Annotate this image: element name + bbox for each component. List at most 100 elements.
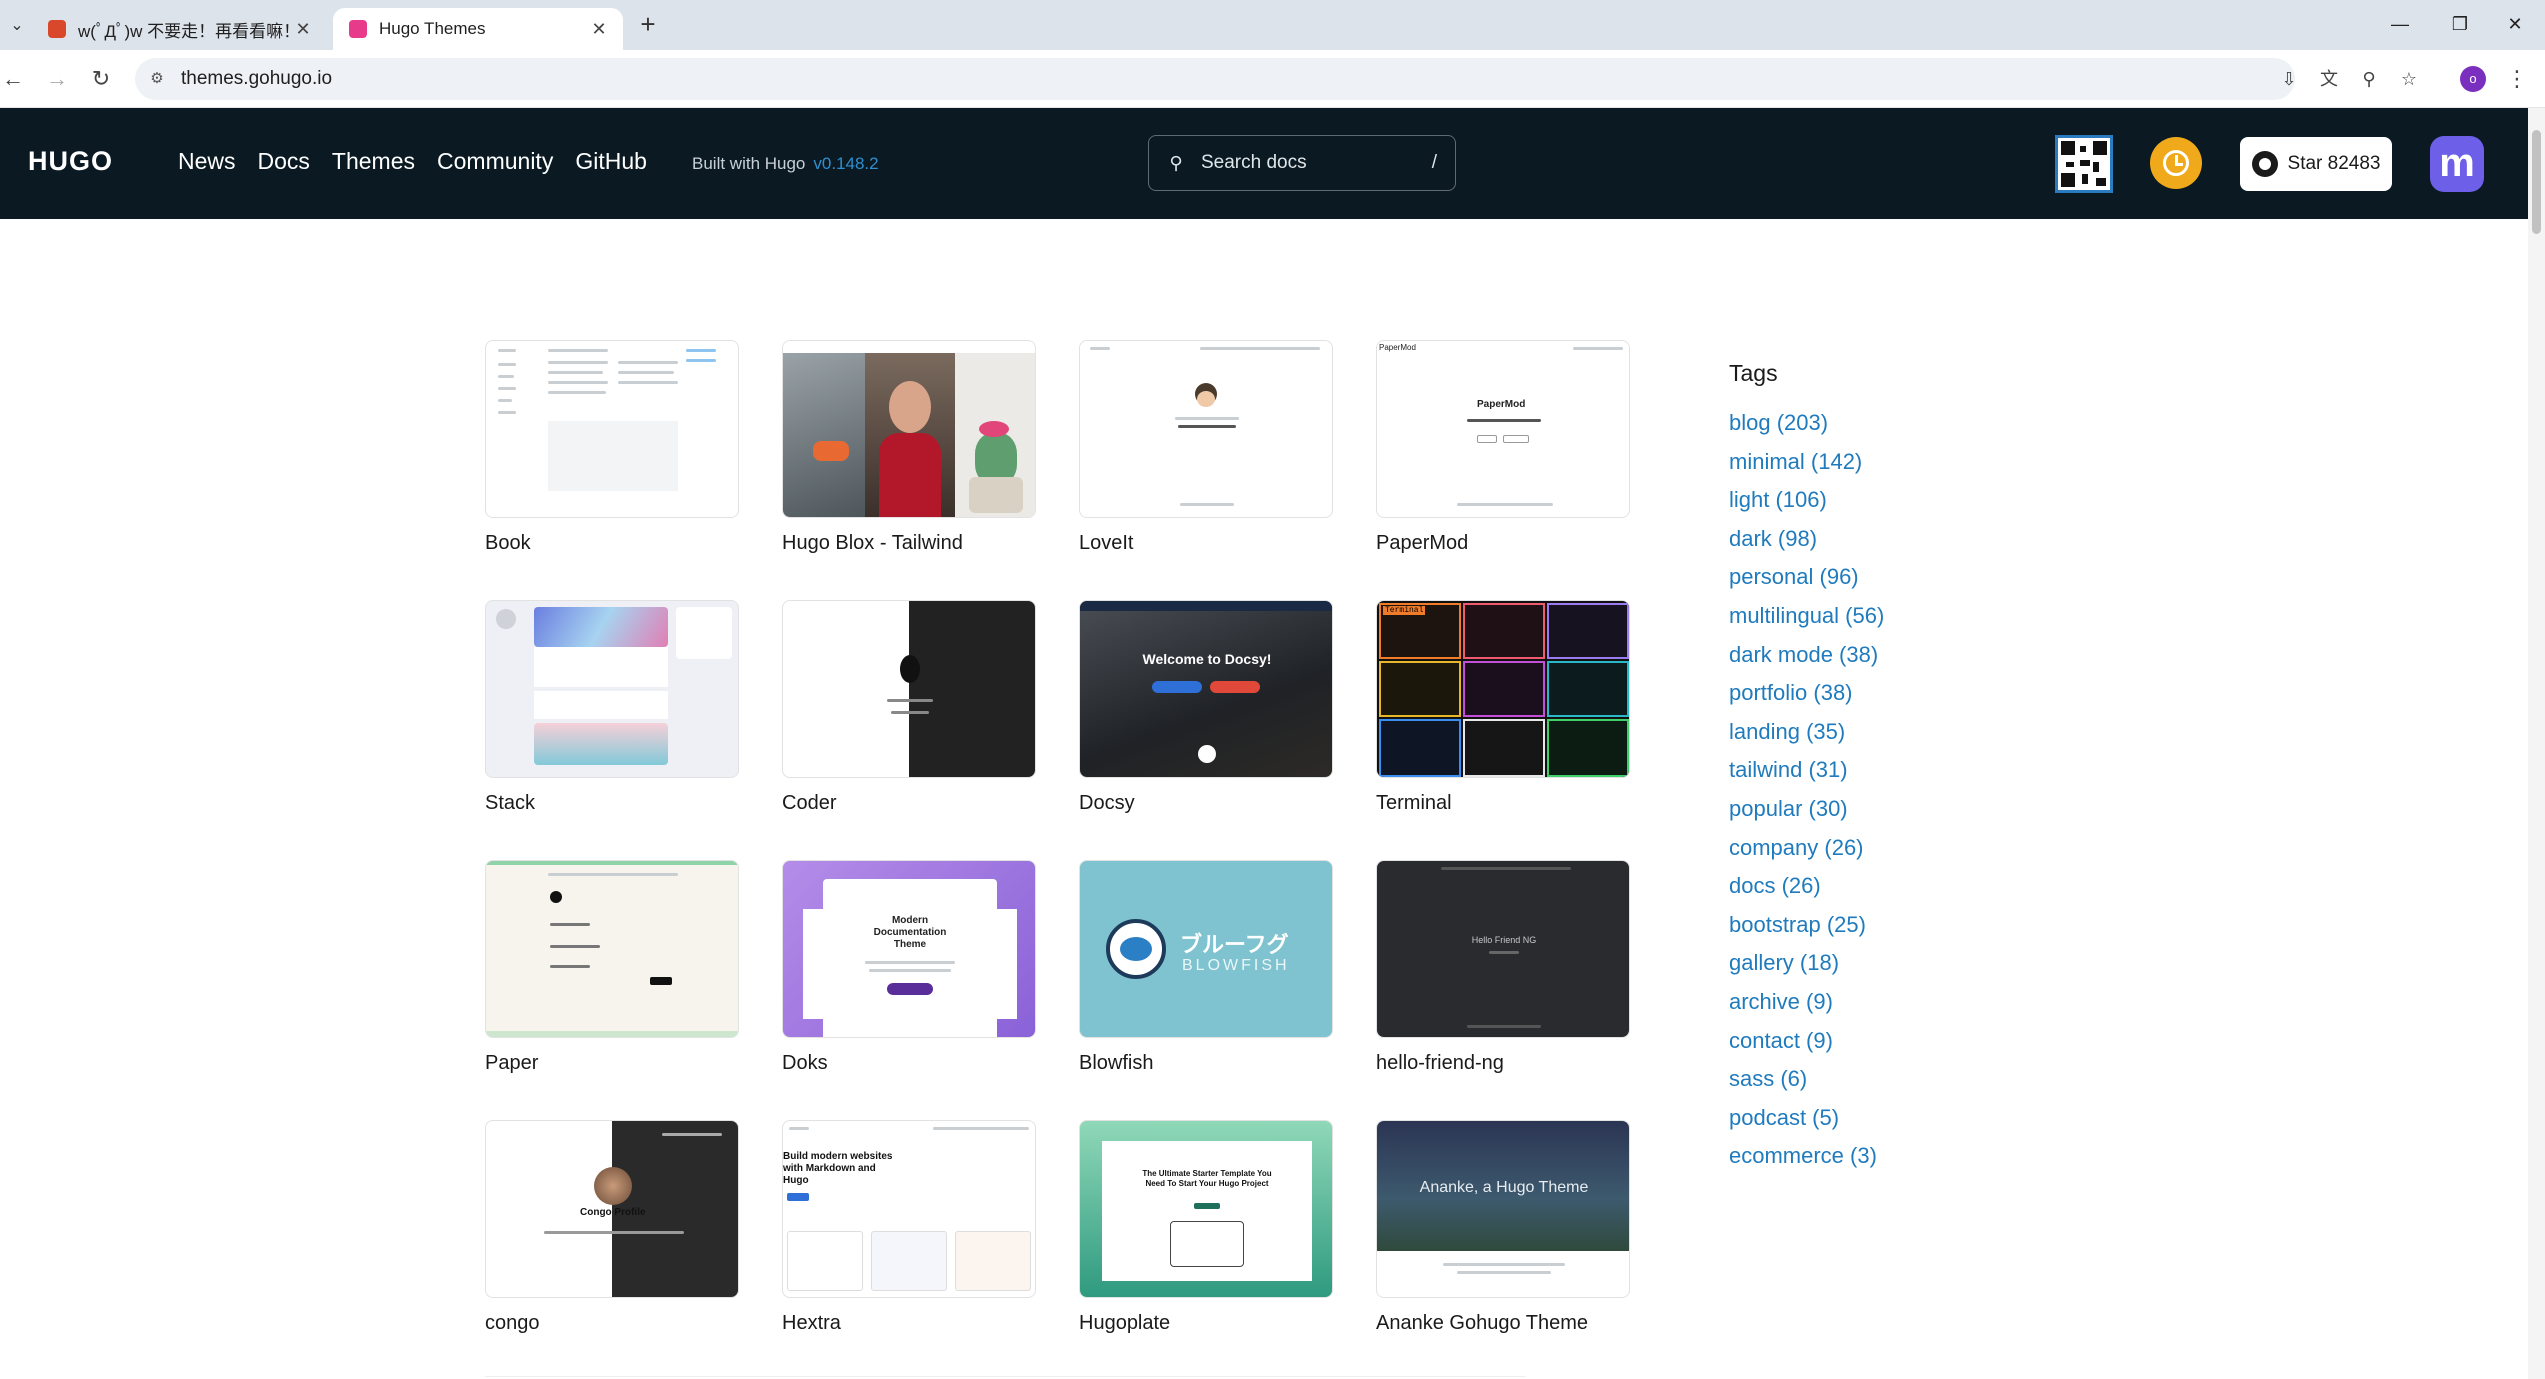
- tab-close-icon[interactable]: ✕: [589, 19, 609, 39]
- tag-link[interactable]: gallery (18): [1729, 944, 1884, 983]
- theme-card-ananke[interactable]: Ananke, a Hugo Theme Ananke Gohugo Theme: [1376, 1120, 1630, 1335]
- restore-icon[interactable]: ❐: [2445, 10, 2475, 38]
- theme-thumbnail[interactable]: ブルーフグ BLOWFISH: [1079, 860, 1333, 1038]
- theme-name[interactable]: Coder: [782, 792, 1036, 815]
- theme-name[interactable]: Terminal: [1376, 792, 1630, 815]
- theme-name[interactable]: congo: [485, 1312, 739, 1335]
- browser-menu-icon[interactable]: ⋮: [2506, 66, 2528, 92]
- github-star-button[interactable]: Star 82483: [2240, 137, 2392, 191]
- theme-thumbnail[interactable]: PaperMod PaperMod: [1376, 340, 1630, 518]
- site-info-icon[interactable]: ⚙: [147, 69, 167, 89]
- theme-thumbnail[interactable]: Congo Profile: [485, 1120, 739, 1298]
- theme-card-hello-friend-ng[interactable]: Hello Friend NG hello-friend-ng: [1376, 860, 1630, 1075]
- theme-card-doks[interactable]: Modern Documentation Theme Doks: [782, 860, 1036, 1075]
- install-app-icon[interactable]: ⇩: [2277, 67, 2301, 91]
- minimize-icon[interactable]: —: [2385, 10, 2415, 38]
- tag-link[interactable]: sass (6): [1729, 1060, 1884, 1099]
- page-scrollbar[interactable]: [2528, 108, 2545, 1379]
- theme-card-hextra[interactable]: Build modern websites with Markdown and …: [782, 1120, 1036, 1335]
- tab-close-icon[interactable]: ✕: [293, 19, 313, 39]
- tag-link[interactable]: multilingual (56): [1729, 597, 1884, 636]
- theme-thumbnail[interactable]: Ananke, a Hugo Theme: [1376, 1120, 1630, 1298]
- theme-card-hugoplate[interactable]: The Ultimate Starter Template You Need T…: [1079, 1120, 1333, 1335]
- theme-thumbnail[interactable]: Welcome to Docsy!: [1079, 600, 1333, 778]
- tag-link[interactable]: docs (26): [1729, 867, 1884, 906]
- theme-name[interactable]: Blowfish: [1079, 1052, 1333, 1075]
- theme-thumbnail[interactable]: [485, 600, 739, 778]
- theme-name[interactable]: hello-friend-ng: [1376, 1052, 1630, 1075]
- back-icon[interactable]: ←: [0, 66, 26, 92]
- theme-name[interactable]: Ananke Gohugo Theme: [1376, 1312, 1630, 1335]
- tag-link[interactable]: personal (96): [1729, 558, 1884, 597]
- theme-name[interactable]: Book: [485, 532, 739, 555]
- theme-thumbnail[interactable]: Hello Friend NG: [1376, 860, 1630, 1038]
- theme-thumbnail[interactable]: [485, 340, 739, 518]
- tag-link[interactable]: light (106): [1729, 481, 1884, 520]
- reload-icon[interactable]: ↻: [88, 66, 114, 92]
- zoom-icon[interactable]: ⚲: [2357, 67, 2381, 91]
- mastodon-icon[interactable]: m: [2430, 136, 2484, 192]
- theme-thumbnail[interactable]: [485, 860, 739, 1038]
- translate-icon[interactable]: 文: [2317, 67, 2341, 91]
- theme-name[interactable]: PaperMod: [1376, 532, 1630, 555]
- nav-link-news[interactable]: News: [178, 148, 236, 175]
- tag-link[interactable]: ecommerce (3): [1729, 1137, 1884, 1176]
- hugo-version-link[interactable]: v0.148.2: [813, 154, 878, 173]
- theme-card-docsy[interactable]: Welcome to Docsy! Docsy: [1079, 600, 1333, 815]
- tag-link[interactable]: landing (35): [1729, 713, 1884, 752]
- tag-link[interactable]: tailwind (31): [1729, 751, 1884, 790]
- nav-link-docs[interactable]: Docs: [258, 148, 310, 175]
- theme-thumbnail[interactable]: The Ultimate Starter Template You Need T…: [1079, 1120, 1333, 1298]
- nav-link-github[interactable]: GitHub: [575, 148, 647, 175]
- profile-avatar[interactable]: o: [2460, 66, 2486, 92]
- theme-name[interactable]: Hugo Blox - Tailwind: [782, 532, 1036, 555]
- tag-link[interactable]: podcast (5): [1729, 1099, 1884, 1138]
- tag-link[interactable]: contact (9): [1729, 1022, 1884, 1061]
- theme-card-stack[interactable]: Stack: [485, 600, 739, 815]
- theme-name[interactable]: Hugoplate: [1079, 1312, 1333, 1335]
- theme-name[interactable]: LoveIt: [1079, 532, 1333, 555]
- tag-link[interactable]: bootstrap (25): [1729, 906, 1884, 945]
- theme-thumbnail[interactable]: Modern Documentation Theme: [782, 860, 1036, 1038]
- new-tab-icon[interactable]: +: [636, 11, 660, 37]
- tag-link[interactable]: dark mode (38): [1729, 636, 1884, 675]
- theme-thumbnail[interactable]: [1079, 340, 1333, 518]
- theme-name[interactable]: Hextra: [782, 1312, 1036, 1335]
- theme-card-paper[interactable]: Paper: [485, 860, 739, 1075]
- tag-link[interactable]: portfolio (38): [1729, 674, 1884, 713]
- omnibox[interactable]: ⚙ themes.gohugo.io ⇩ 文 ⚲ ☆: [135, 58, 2417, 100]
- browser-tab-active[interactable]: Hugo Themes ✕: [333, 8, 623, 50]
- forward-icon[interactable]: →: [44, 66, 70, 92]
- tag-link[interactable]: minimal (142): [1729, 443, 1884, 482]
- theme-card-blowfish[interactable]: ブルーフグ BLOWFISH Blowfish: [1079, 860, 1333, 1075]
- clock-icon[interactable]: [2150, 137, 2202, 189]
- theme-name[interactable]: Stack: [485, 792, 739, 815]
- theme-thumbnail[interactable]: [782, 600, 1036, 778]
- window-close-icon[interactable]: ✕: [2500, 10, 2530, 38]
- theme-card-papermod[interactable]: PaperMod PaperMod PaperMod: [1376, 340, 1630, 555]
- bookmark-star-icon[interactable]: ☆: [2397, 67, 2421, 91]
- theme-name[interactable]: Doks: [782, 1052, 1036, 1075]
- url-text[interactable]: themes.gohugo.io: [181, 68, 332, 90]
- tag-link[interactable]: dark (98): [1729, 520, 1884, 559]
- tag-link[interactable]: popular (30): [1729, 790, 1884, 829]
- tag-link[interactable]: blog (203): [1729, 404, 1884, 443]
- scrollbar-thumb[interactable]: [2532, 130, 2541, 234]
- theme-thumbnail[interactable]: [782, 340, 1036, 518]
- theme-card-congo[interactable]: Congo Profile congo: [485, 1120, 739, 1335]
- qr-code-icon[interactable]: [2055, 135, 2113, 193]
- tag-link[interactable]: company (26): [1729, 829, 1884, 868]
- tag-link[interactable]: archive (9): [1729, 983, 1884, 1022]
- browser-tab-inactive[interactable]: w(ﾟДﾟ)w 不要走！再看看嘛！ ✕: [32, 8, 327, 50]
- theme-card-hugo-blox-tailwind[interactable]: Hugo Blox - Tailwind: [782, 340, 1036, 555]
- hugo-logo[interactable]: HUGO: [28, 146, 113, 177]
- theme-card-terminal[interactable]: Terminal Terminal: [1376, 600, 1630, 815]
- tab-search-chevron-icon[interactable]: ⌄: [6, 15, 28, 37]
- search-docs-input[interactable]: ⚲ Search docs /: [1148, 135, 1456, 191]
- theme-name[interactable]: Paper: [485, 1052, 739, 1075]
- nav-link-community[interactable]: Community: [437, 148, 553, 175]
- theme-card-coder[interactable]: Coder: [782, 600, 1036, 815]
- theme-thumbnail[interactable]: Build modern websites with Markdown and …: [782, 1120, 1036, 1298]
- theme-name[interactable]: Docsy: [1079, 792, 1333, 815]
- theme-card-loveit[interactable]: LoveIt: [1079, 340, 1333, 555]
